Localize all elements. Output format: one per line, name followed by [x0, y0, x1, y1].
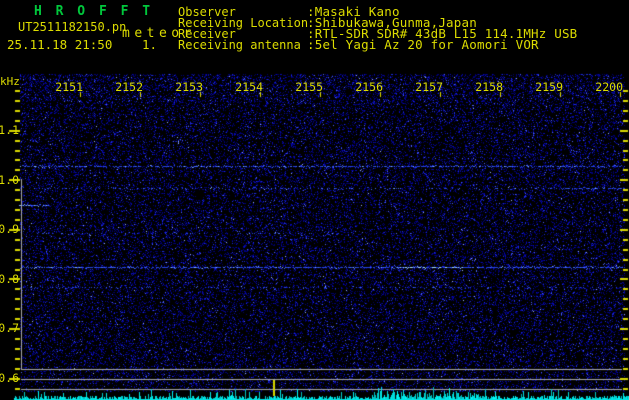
- time-label: 2151: [55, 80, 83, 94]
- time-label: 2156: [355, 80, 383, 94]
- time-label: 2157: [415, 80, 443, 94]
- capture-filename: UT2511182150.pn: [18, 20, 127, 34]
- app-title: H R O F F T: [34, 4, 154, 19]
- freq-label: 0.8: [0, 271, 19, 286]
- time-label: 2158: [475, 80, 503, 94]
- time-label: 2200: [595, 80, 623, 94]
- freq-label: 0.7: [0, 321, 19, 336]
- freq-label: 0.9: [0, 222, 19, 237]
- capture-datetime: 25.11.18 21:50: [7, 37, 113, 52]
- time-label: 2153: [175, 80, 203, 94]
- receiving-antenna-value: :5el Yagi Az 20 for Aomori VOR: [307, 37, 539, 52]
- time-label: 2154: [235, 80, 263, 94]
- freq-label: 1.0: [0, 172, 19, 187]
- time-label: 2155: [295, 80, 323, 94]
- freq-label: 0.6: [0, 371, 19, 385]
- freq-label: 1.1: [0, 123, 19, 137]
- page-counter: 1.: [142, 37, 158, 52]
- receiving-antenna-label: Receiving antenna: [178, 38, 301, 52]
- time-label: 2152: [115, 80, 143, 94]
- freq-unit-label: kHz: [0, 75, 20, 88]
- spectrogram-canvas: [0, 0, 629, 400]
- hrofft-window: H R O F F T UT2511182150.pn meteor 25.11…: [0, 0, 629, 400]
- time-label: 2159: [535, 80, 563, 94]
